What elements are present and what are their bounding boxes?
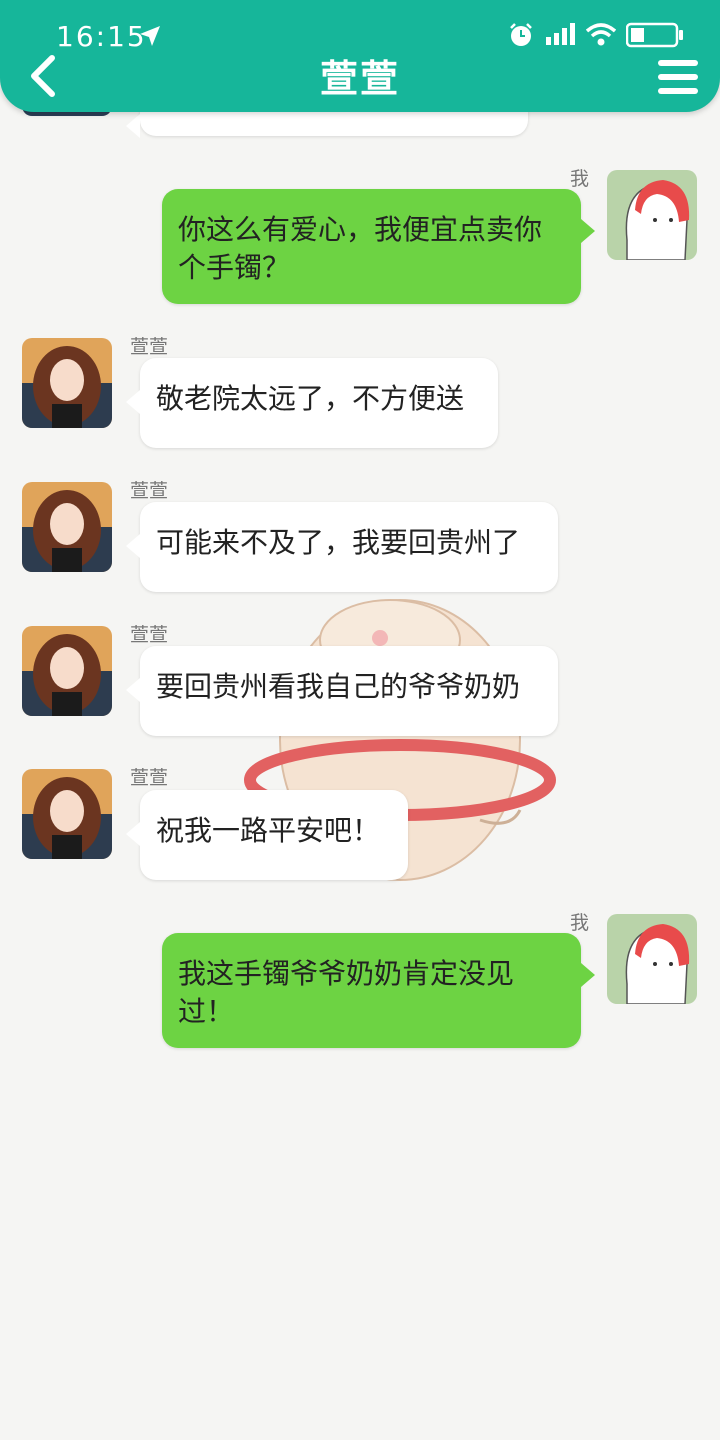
contact-avatar[interactable] <box>22 482 112 572</box>
signal-icon <box>546 23 575 45</box>
location-arrow-icon <box>140 26 160 46</box>
message-text: 你这么有爱心，我便宜点卖你个手镯？ <box>178 213 543 284</box>
sender-name: 萱萱 <box>130 336 169 358</box>
chat-list[interactable]: 我 你这么有爱心，我便宜点卖你个手镯？ 萱萱 敬老院太远了，不方便送 萱萱 可能… <box>0 0 720 1440</box>
sender-name: 我 <box>570 912 590 934</box>
sender-name: 萱萱 <box>130 767 169 789</box>
message-bubble: 要回贵州看我自己的爷爷奶奶 <box>126 646 558 736</box>
message-bubble: 我这手镯爷爷奶奶肯定没见过！ <box>162 933 595 1048</box>
message-text: 要回贵州看我自己的爷爷奶奶 <box>156 670 521 703</box>
sender-name: 萱萱 <box>130 624 169 646</box>
alarm-icon <box>510 23 532 46</box>
wifi-icon <box>586 23 616 46</box>
contact-avatar[interactable] <box>22 338 112 428</box>
message-text: 祝我一路平安吧！ <box>156 814 381 847</box>
message-bubble: 敬老院太远了，不方便送 <box>126 358 498 448</box>
status-icons <box>508 22 684 48</box>
my-avatar[interactable] <box>607 914 697 1004</box>
sender-name: 萱萱 <box>130 480 169 502</box>
contact-avatar[interactable] <box>22 626 112 716</box>
message-text: 我这手镯爷爷奶奶肯定没见过！ <box>178 957 515 1028</box>
app-header: 16:15 萱萱 <box>0 0 720 112</box>
message-bubble: 祝我一路平安吧！ <box>126 790 408 880</box>
message-text: 敬老院太远了，不方便送 <box>156 382 465 415</box>
chat-title: 萱萱 <box>319 57 400 101</box>
menu-icon[interactable] <box>658 60 698 94</box>
my-avatar[interactable] <box>607 170 697 260</box>
contact-avatar[interactable] <box>22 769 112 859</box>
message-text: 可能来不及了，我要回贵州了 <box>156 526 521 559</box>
message-bubble: 可能来不及了，我要回贵州了 <box>126 502 558 592</box>
sender-name: 我 <box>570 168 590 190</box>
message-bubble: 你这么有爱心，我便宜点卖你个手镯？ <box>162 189 595 304</box>
battery-icon <box>626 22 683 48</box>
